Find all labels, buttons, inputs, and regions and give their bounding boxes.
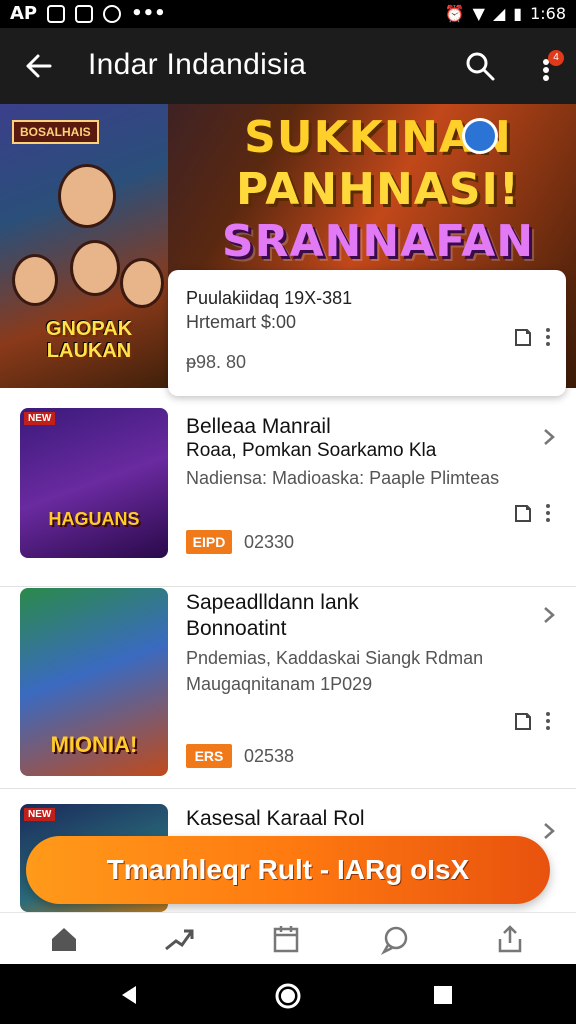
message-icon (75, 4, 94, 23)
calendar-icon[interactable] (268, 921, 304, 957)
featured-card[interactable]: Puulakiidaq 19X-381 Hrtemart $:00 ᵽ98. 8… (168, 270, 566, 396)
notification-badge: 4 (548, 50, 564, 66)
item-description: Nadiensa: Madioaska: Paaple Plimteas (186, 468, 500, 488)
item-description-2: Maugaqnitanam 1P029 (186, 674, 373, 694)
list-item[interactable]: NEW HAGUANS Belleaa Manrail Roaa, Pomkan… (0, 400, 576, 587)
featured-line-2: Hrtemart $:00 (186, 312, 297, 332)
featured-line-1: Puulakiidaq 19X-381 (186, 288, 353, 308)
bottom-navigation (0, 912, 576, 965)
wifi-icon: ▼ (472, 4, 485, 23)
banner-game-title: GNOPAK LAUKAN (45, 318, 133, 362)
price-tag: ERS (186, 744, 232, 768)
price-value: 02330 (244, 532, 295, 552)
thumbnail-title: HAGUANS (48, 509, 140, 529)
chevron-right-icon[interactable] (540, 426, 558, 448)
cta-button[interactable]: Tmanhleqr Rult - IARg oIsX (26, 836, 550, 904)
more-options-icon[interactable] (542, 502, 554, 524)
bookmark-icon[interactable] (512, 326, 534, 348)
list-item[interactable]: MIONIA! Sapeadlldann lank Bonnoatint Pnd… (0, 578, 576, 789)
game-thumbnail: NEW HAGUANS (20, 408, 168, 558)
signal-icon: ◢ (492, 4, 506, 23)
bookmark-icon[interactable] (512, 710, 534, 732)
new-tag: NEW (24, 412, 56, 425)
shield-icon (103, 4, 122, 23)
item-subtitle: Bonnoatint (186, 617, 287, 640)
more-options-icon[interactable] (542, 326, 554, 348)
new-tag: NEW (24, 808, 56, 821)
clock: 1:68 (530, 4, 566, 23)
system-navigation-bar (0, 964, 576, 1024)
headline-line-1: SUKKINAN (244, 112, 512, 163)
chevron-right-icon[interactable] (540, 820, 558, 842)
bookmark-icon[interactable] (512, 502, 534, 524)
battery-icon: ▮ (513, 4, 523, 23)
overflow-menu-button[interactable]: 4 (530, 48, 564, 88)
item-title: Kasesal Karaal Rol (186, 807, 365, 830)
alarm-icon: ⏰ (444, 4, 465, 23)
system-recents-icon[interactable] (432, 984, 454, 1006)
app-toolbar: Indar Indandisia 4 (0, 28, 576, 104)
back-arrow-icon[interactable] (20, 48, 56, 84)
item-description: Pndemias, Kaddaskai Siangk Rdman (186, 648, 484, 668)
rocket-badge-icon (462, 118, 498, 154)
chat-icon[interactable] (378, 921, 414, 957)
carrier-text: AP (10, 3, 38, 24)
notification-icon (47, 4, 66, 23)
banner-headline: SUKKINAN PANHNASI! SRANNAFAN (190, 112, 566, 268)
share-icon[interactable] (492, 921, 528, 957)
game-thumbnail: MIONIA! (20, 588, 168, 776)
headline-line-2: PANHNASI! (236, 164, 520, 215)
banner-logo: BOSALHAIS (12, 120, 99, 144)
price-value: 02538 (244, 746, 295, 766)
item-title: Belleaa Manrail (186, 415, 331, 438)
home-icon[interactable] (46, 921, 82, 957)
search-icon[interactable] (462, 48, 498, 84)
chevron-right-icon[interactable] (540, 604, 558, 626)
item-subtitle: Roaa, Pomkan Soarkamo Kla (186, 440, 437, 461)
more-notifications-icon: ••• (131, 3, 166, 24)
status-bar: AP ••• ⏰ ▼ ◢ ▮ 1:68 (0, 0, 576, 28)
page-title: Indar Indandisia (88, 48, 307, 81)
item-title: Sapeadlldann lank (186, 591, 359, 614)
system-back-icon[interactable] (118, 984, 140, 1006)
system-home-icon[interactable] (274, 982, 302, 1010)
headline-line-3: SRANNAFAN (221, 216, 535, 267)
featured-price: ᵽ98. 80 (186, 352, 247, 372)
price-tag: EIPD (186, 530, 232, 554)
trending-icon[interactable] (160, 921, 196, 957)
more-options-icon[interactable] (542, 710, 554, 732)
thumbnail-title: MIONIA! (50, 732, 138, 757)
